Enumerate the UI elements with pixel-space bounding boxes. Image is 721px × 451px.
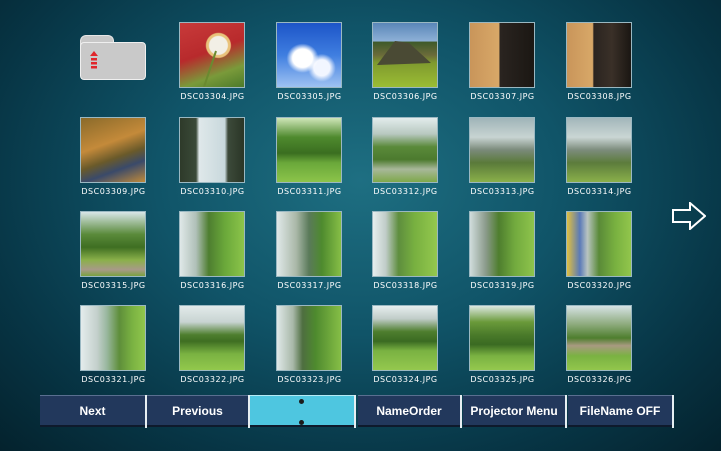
photo-image bbox=[469, 305, 535, 371]
previous-button[interactable]: Previous bbox=[147, 395, 248, 427]
parent-folder-button[interactable] bbox=[80, 35, 146, 80]
photo-filename: DSC03318.JPG bbox=[373, 281, 438, 290]
toolbar-divider bbox=[565, 395, 567, 428]
filename-toggle-button[interactable]: FileName OFF bbox=[568, 395, 672, 427]
photo-thumbnail[interactable]: DSC03325.JPG bbox=[454, 305, 554, 400]
photo-image bbox=[276, 211, 342, 277]
photo-filename: DSC03304.JPG bbox=[180, 92, 245, 101]
photo-thumbnail[interactable]: DSC03323.JPG bbox=[261, 305, 361, 400]
photo-thumbnail[interactable]: DSC03314.JPG bbox=[551, 117, 651, 212]
photo-filename: DSC03314.JPG bbox=[567, 187, 632, 196]
photo-image bbox=[372, 22, 438, 88]
photo-image bbox=[372, 211, 438, 277]
photo-filename: DSC03323.JPG bbox=[277, 375, 342, 384]
toolbar-divider bbox=[354, 395, 356, 428]
rotate-dot-icon bbox=[299, 399, 304, 404]
toolbar-divider bbox=[460, 395, 462, 428]
photo-thumbnail[interactable]: DSC03321.JPG bbox=[65, 305, 165, 400]
photo-filename: DSC03321.JPG bbox=[81, 375, 146, 384]
photo-thumbnail[interactable]: DSC03308.JPG bbox=[551, 22, 651, 117]
photo-filename: DSC03307.JPG bbox=[470, 92, 535, 101]
photo-thumbnail[interactable]: DSC03305.JPG bbox=[261, 22, 361, 117]
photo-thumbnail[interactable]: DSC03313.JPG bbox=[454, 117, 554, 212]
photo-thumbnail[interactable]: DSC03312.JPG bbox=[357, 117, 457, 212]
photo-image bbox=[469, 22, 535, 88]
projector-menu-button[interactable]: Projector Menu bbox=[463, 395, 565, 427]
photo-thumbnail[interactable]: DSC03326.JPG bbox=[551, 305, 651, 400]
photo-thumbnail[interactable]: DSC03311.JPG bbox=[261, 117, 361, 212]
photo-filename: DSC03319.JPG bbox=[470, 281, 535, 290]
photo-image bbox=[566, 211, 632, 277]
photo-image bbox=[80, 211, 146, 277]
photo-thumbnail[interactable]: DSC03315.JPG bbox=[65, 211, 165, 306]
photo-filename: DSC03309.JPG bbox=[81, 187, 146, 196]
photo-filename: DSC03305.JPG bbox=[277, 92, 342, 101]
photo-filename: DSC03324.JPG bbox=[373, 375, 438, 384]
photo-filename: DSC03310.JPG bbox=[180, 187, 245, 196]
bottom-toolbar: Next Previous NameOrder Projector Menu F… bbox=[0, 395, 721, 428]
photo-image bbox=[276, 305, 342, 371]
photo-thumbnail[interactable]: DSC03306.JPG bbox=[357, 22, 457, 117]
photo-image bbox=[566, 22, 632, 88]
photo-thumbnail[interactable]: DSC03319.JPG bbox=[454, 211, 554, 306]
toolbar-divider bbox=[672, 395, 674, 428]
photo-image bbox=[566, 305, 632, 371]
photo-thumbnail[interactable]: DSC03316.JPG bbox=[164, 211, 264, 306]
photo-filename: DSC03313.JPG bbox=[470, 187, 535, 196]
name-order-button[interactable]: NameOrder bbox=[358, 395, 460, 427]
rotate-dot-icon bbox=[299, 420, 304, 425]
photo-image bbox=[469, 117, 535, 183]
photo-image bbox=[566, 117, 632, 183]
photo-filename: DSC03306.JPG bbox=[373, 92, 438, 101]
photo-thumbnail[interactable]: DSC03309.JPG bbox=[65, 117, 165, 212]
next-button[interactable]: Next bbox=[40, 395, 145, 427]
photo-image bbox=[179, 305, 245, 371]
photo-image bbox=[372, 117, 438, 183]
photo-image bbox=[469, 211, 535, 277]
photo-thumbnail[interactable]: DSC03317.JPG bbox=[261, 211, 361, 306]
photo-filename: DSC03322.JPG bbox=[180, 375, 245, 384]
photo-thumbnail[interactable]: DSC03318.JPG bbox=[357, 211, 457, 306]
photo-image bbox=[276, 117, 342, 183]
thumbnail-grid: DSC03304.JPG DSC03305.JPG DSC03306.JPG D… bbox=[0, 0, 721, 395]
photo-filename: DSC03312.JPG bbox=[373, 187, 438, 196]
photo-thumbnail[interactable]: DSC03310.JPG bbox=[164, 117, 264, 212]
photo-image bbox=[80, 305, 146, 371]
photo-filename: DSC03315.JPG bbox=[81, 281, 146, 290]
photo-thumbnail[interactable]: DSC03304.JPG bbox=[164, 22, 264, 117]
photo-filename: DSC03316.JPG bbox=[180, 281, 245, 290]
photo-filename: DSC03320.JPG bbox=[567, 281, 632, 290]
photo-thumbnail[interactable]: DSC03322.JPG bbox=[164, 305, 264, 400]
photo-filename: DSC03311.JPG bbox=[277, 187, 342, 196]
photo-filename: DSC03325.JPG bbox=[470, 375, 535, 384]
up-arrow-icon bbox=[90, 51, 98, 69]
photo-thumbnail[interactable]: DSC03307.JPG bbox=[454, 22, 554, 117]
photo-image bbox=[372, 305, 438, 371]
photo-image bbox=[179, 211, 245, 277]
arrow-right-icon[interactable] bbox=[672, 202, 706, 230]
photo-filename: DSC03308.JPG bbox=[567, 92, 632, 101]
photo-image bbox=[179, 22, 245, 88]
photo-image bbox=[179, 117, 245, 183]
photo-filename: DSC03317.JPG bbox=[277, 281, 342, 290]
photo-thumbnail[interactable]: DSC03320.JPG bbox=[551, 211, 651, 306]
selected-blank-button[interactable] bbox=[250, 395, 354, 427]
photo-image bbox=[80, 117, 146, 183]
photo-thumbnail[interactable]: DSC03324.JPG bbox=[357, 305, 457, 400]
photo-image bbox=[276, 22, 342, 88]
photo-filename: DSC03326.JPG bbox=[567, 375, 632, 384]
folder-up-icon bbox=[80, 42, 146, 80]
